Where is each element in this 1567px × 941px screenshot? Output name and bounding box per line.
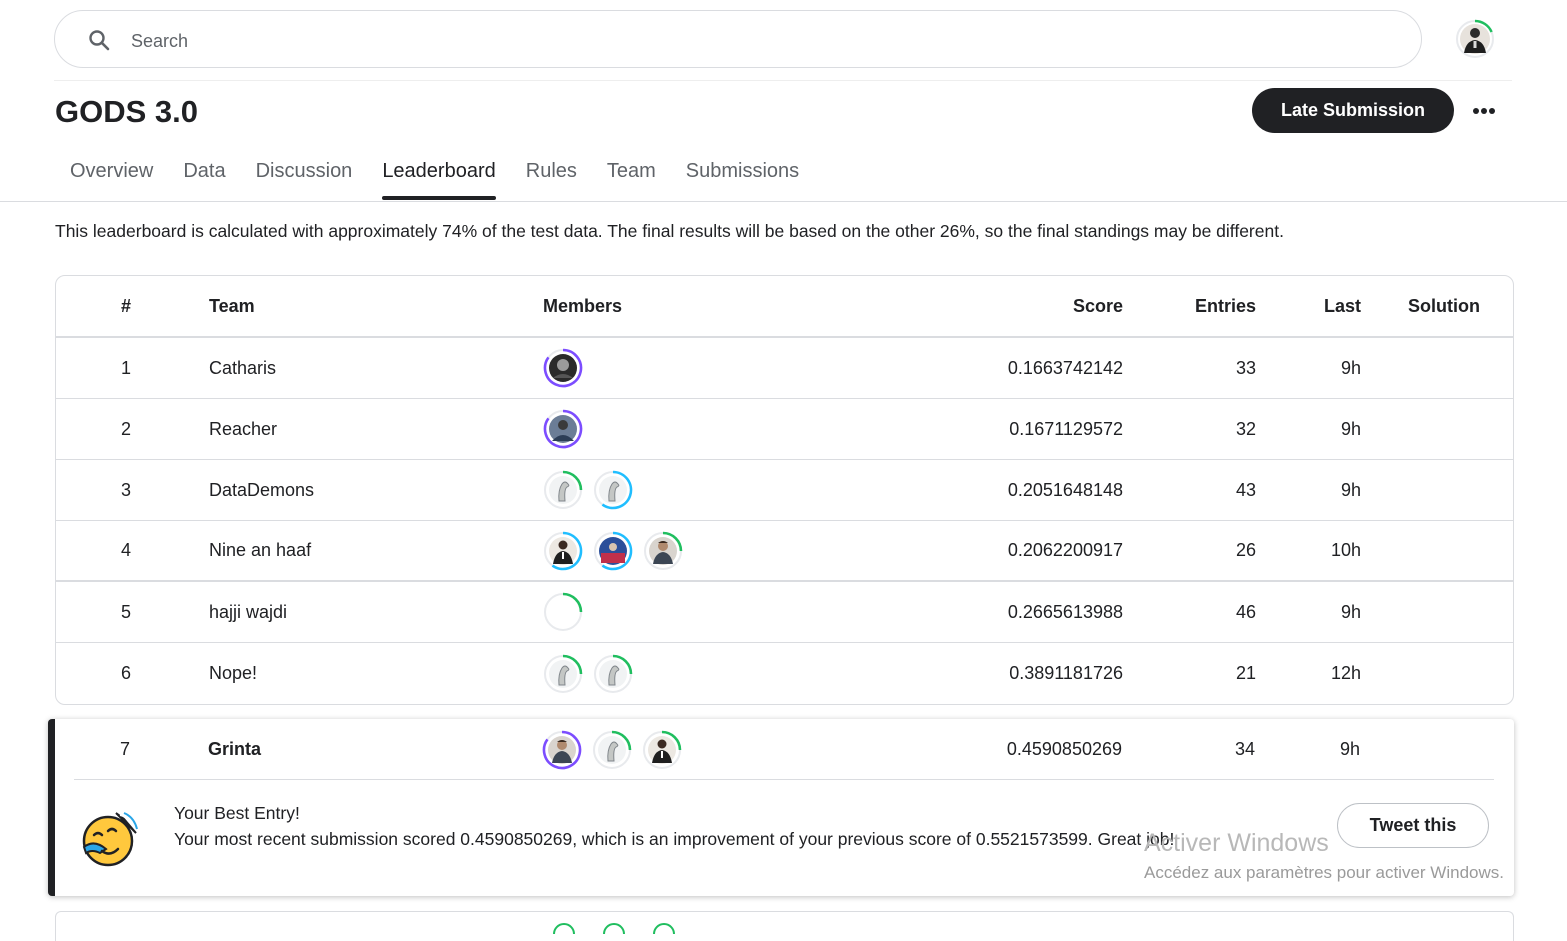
late-submission-button[interactable]: Late Submission (1252, 88, 1454, 133)
table-row[interactable]: 4 Nine an haaf 0.2062200917 26 10h (56, 521, 1513, 582)
row-last: 10h (1330, 540, 1361, 560)
card-divider (74, 779, 1494, 780)
row-score: 0.1671129572 (1009, 418, 1123, 439)
leaderboard-notice: This leaderboard is calculated with appr… (55, 221, 1284, 241)
tab-submissions[interactable]: Submissions (671, 152, 814, 200)
tweet-button[interactable]: Tweet this (1337, 803, 1489, 848)
row-rank: 5 (120, 601, 131, 622)
row-rank: 1 (120, 357, 131, 378)
row-last: 9h (1340, 601, 1361, 622)
user-avatar[interactable] (1455, 19, 1495, 59)
member-avatar[interactable] (542, 730, 582, 770)
row-score: 0.3891181726 (1009, 663, 1123, 683)
row-score: 0.1663742142 (1007, 357, 1123, 378)
tabs-divider (0, 201, 1567, 202)
row-entries: 26 (1235, 540, 1256, 560)
my-team-row[interactable]: 7 Grinta 0.4590850269 34 9h (55, 719, 1514, 780)
header-members: Members (543, 295, 623, 316)
member-avatar[interactable] (543, 531, 583, 571)
row-entries: 33 (1235, 357, 1256, 378)
row-score: 0.4590850269 (1006, 739, 1122, 759)
row-rank: 2 (120, 418, 131, 439)
row-members (543, 521, 943, 580)
row-members (543, 460, 943, 520)
row-rank: 4 (120, 540, 131, 560)
member-avatar[interactable] (593, 531, 633, 571)
row-team-name[interactable]: Reacher (209, 399, 509, 459)
tab-bar: Overview Data Discussion Leaderboard Rul… (55, 152, 814, 202)
row-score: 0.2051648148 (1007, 479, 1123, 500)
table-row[interactable]: 3 DataDemons 0.2051648148 43 9h (56, 460, 1513, 521)
row-rank: 7 (119, 739, 130, 759)
row-entries: 43 (1235, 479, 1256, 500)
table-row[interactable]: 1 Catharis 0.1663742142 33 9h (56, 338, 1513, 399)
row-members (542, 719, 942, 780)
tab-data[interactable]: Data (168, 152, 240, 200)
row-score: 0.2062200917 (1007, 540, 1123, 560)
table-row[interactable]: 6 Nope! 0.3891181726 21 12h (56, 643, 1513, 704)
activation-watermark-subtitle: Accédez aux paramètres pour activer Wind… (1144, 863, 1504, 882)
table-row[interactable]: 2 Reacher 0.1671129572 32 9h (56, 399, 1513, 460)
member-avatar[interactable] (543, 654, 583, 694)
table-row[interactable]: 5 hajji wajdi 0.2665613988 46 9h (56, 582, 1513, 643)
row-last: 12h (1330, 663, 1361, 683)
row-entries: 32 (1235, 418, 1256, 439)
tab-leaderboard[interactable]: Leaderboard (367, 152, 510, 200)
tab-rules[interactable]: Rules (511, 152, 592, 200)
member-avatar[interactable] (592, 730, 632, 770)
tab-discussion[interactable]: Discussion (241, 152, 368, 200)
row-entries: 46 (1235, 601, 1256, 622)
row-last: 9h (1339, 739, 1360, 759)
page-title: GODS 3.0 (55, 94, 198, 129)
tab-overview[interactable]: Overview (55, 152, 168, 200)
more-dots-icon (1473, 108, 1495, 114)
row-members (543, 582, 943, 642)
row-team-name[interactable]: Nope! (209, 643, 509, 704)
header-entries[interactable]: Entries (1156, 276, 1256, 336)
party-face-icon (82, 812, 138, 867)
member-avatar[interactable] (593, 654, 633, 694)
table-header: # Team Members Score Entries Last Soluti… (56, 276, 1513, 338)
activation-watermark-title: Activer Windows (1144, 829, 1329, 857)
row-entries: 21 (1235, 663, 1256, 683)
member-avatar[interactable] (643, 531, 683, 571)
row-members (543, 399, 943, 459)
table-row-partial[interactable] (55, 911, 1514, 941)
row-rank: 3 (120, 479, 131, 500)
header-score[interactable]: Score (926, 276, 1123, 336)
header-solution: Solution (1408, 295, 1480, 316)
best-entry-title: Your Best Entry! (174, 803, 300, 823)
member-avatar[interactable] (642, 730, 682, 770)
row-entries: 34 (1234, 739, 1255, 759)
member-avatar[interactable] (543, 592, 583, 632)
row-team-name[interactable]: Grinta (208, 719, 508, 780)
member-avatar[interactable] (543, 409, 583, 449)
row-team-name[interactable]: hajji wajdi (209, 582, 509, 642)
row-score: 0.2665613988 (1007, 601, 1123, 622)
header-rank[interactable]: # (101, 276, 151, 336)
row-members (543, 338, 943, 398)
row-rank: 6 (120, 663, 131, 683)
search-input[interactable] (129, 25, 1393, 57)
row-last: 9h (1340, 479, 1361, 500)
more-options-button[interactable] (1464, 94, 1504, 128)
header-last[interactable]: Last (1286, 276, 1361, 336)
search-icon (89, 30, 110, 51)
row-team-name[interactable]: Nine an haaf (209, 521, 509, 580)
header-team[interactable]: Team (209, 276, 509, 336)
row-team-name[interactable]: DataDemons (209, 460, 509, 520)
top-divider (54, 80, 1512, 81)
row-last: 9h (1340, 418, 1361, 439)
best-entry-message: Your most recent submission scored 0.459… (174, 829, 1175, 849)
search-bar[interactable] (54, 10, 1422, 68)
row-team-name[interactable]: Catharis (209, 338, 509, 398)
row-members (543, 643, 943, 704)
member-avatar[interactable] (543, 348, 583, 388)
member-avatar[interactable] (593, 470, 633, 510)
member-avatar[interactable] (543, 470, 583, 510)
tab-team[interactable]: Team (592, 152, 671, 200)
row-last: 9h (1340, 357, 1361, 378)
leaderboard-table: # Team Members Score Entries Last Soluti… (55, 275, 1514, 705)
